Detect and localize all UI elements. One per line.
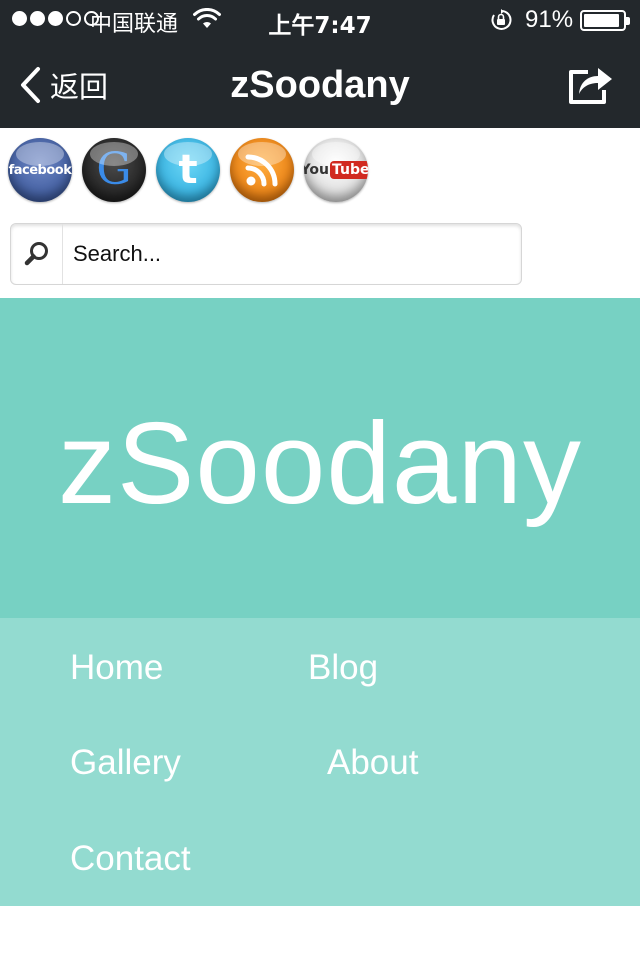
facebook-label: facebook xyxy=(8,162,72,178)
battery-fill xyxy=(584,14,619,27)
navigation-bar: 返回 zSoodany xyxy=(0,40,640,128)
menu-item-about[interactable]: About xyxy=(327,743,418,783)
facebook-icon[interactable]: facebook xyxy=(8,138,72,202)
google-icon[interactable]: G xyxy=(82,138,146,202)
search-button[interactable] xyxy=(11,224,63,284)
battery-nub xyxy=(626,17,630,25)
back-button-label: 返回 xyxy=(50,70,109,104)
twitter-icon[interactable]: t xyxy=(156,138,220,202)
menu-item-gallery[interactable]: Gallery xyxy=(70,743,181,783)
site-title: zSoodany xyxy=(58,398,582,528)
youtube-icon[interactable]: You Tube xyxy=(304,138,368,202)
google-label: G xyxy=(96,144,132,195)
status-bar: 中国联通 上午7:47 91% xyxy=(0,0,640,40)
menu-item-home[interactable]: Home xyxy=(70,648,163,688)
top-bar: 中国联通 上午7:47 91% 返回 zSoodany xyxy=(0,0,640,128)
social-icons-row: facebook G t You Tube xyxy=(8,138,368,202)
search-icon xyxy=(24,242,48,266)
hero-banner: zSoodany xyxy=(0,298,640,618)
youtube-you-label: You xyxy=(304,162,329,178)
share-icon[interactable] xyxy=(566,62,614,106)
youtube-logo: You Tube xyxy=(304,161,368,179)
main-menu: Home Blog Gallery About Contact xyxy=(0,618,640,906)
youtube-tube-label: Tube xyxy=(329,161,368,179)
rss-icon[interactable] xyxy=(230,138,294,202)
chevron-left-icon xyxy=(21,67,40,103)
search-box xyxy=(10,223,522,285)
back-button[interactable]: 返回 xyxy=(18,64,108,106)
rss-glyph-icon xyxy=(245,154,278,187)
battery-percent: 91% xyxy=(525,6,574,33)
battery-icon xyxy=(580,10,630,31)
twitter-label: t xyxy=(178,147,198,193)
menu-item-contact[interactable]: Contact xyxy=(70,839,191,879)
search-input[interactable] xyxy=(73,232,513,276)
orientation-lock-icon xyxy=(491,9,512,30)
menu-item-blog[interactable]: Blog xyxy=(308,648,378,688)
